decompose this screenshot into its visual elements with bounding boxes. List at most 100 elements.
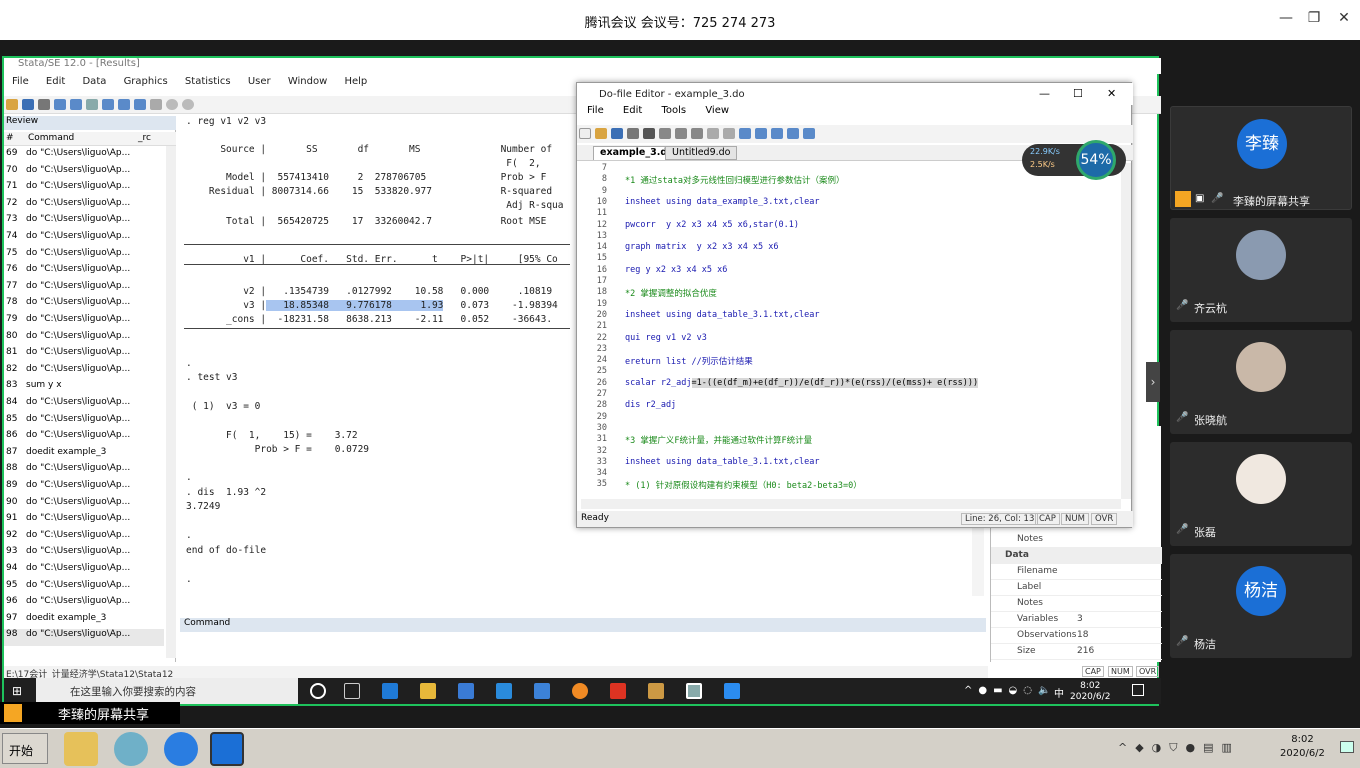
save-icon[interactable] <box>22 99 34 110</box>
review-row[interactable]: 94 do "C:\Users\liguo\Ap... <box>4 563 164 580</box>
graph-icon[interactable] <box>86 99 98 110</box>
code-area[interactable]: 7 8 *1 通过stata对多元线性回归模型进行参数估计（案例） 9 10 inshee… <box>581 163 1119 499</box>
code-line[interactable]: *2 掌握调整的拟合优度 <box>625 287 717 299</box>
store-icon[interactable] <box>458 683 474 699</box>
tray-icons[interactable]: ^●▬◒◌🔈 <box>964 685 1056 696</box>
mail-icon[interactable] <box>496 683 512 699</box>
col-rc[interactable]: _rc <box>138 133 151 143</box>
copy-icon[interactable] <box>675 128 687 139</box>
meeting-app-icon[interactable] <box>210 732 244 766</box>
menu-edit[interactable]: Edit <box>623 105 642 116</box>
start-button[interactable]: 开始 <box>2 733 48 764</box>
open-icon[interactable] <box>6 99 18 110</box>
menu-help[interactable]: Help <box>344 76 367 87</box>
break-icon[interactable] <box>182 99 194 110</box>
do-icon[interactable] <box>803 128 815 139</box>
host-clock[interactable]: 8:02 2020/6/2 <box>1280 733 1325 761</box>
review-row[interactable]: 88 do "C:\Users\liguo\Ap... <box>4 463 164 480</box>
review-row[interactable]: 82 do "C:\Users\liguo\Ap... <box>4 364 164 381</box>
review-row[interactable]: 93 do "C:\Users\liguo\Ap... <box>4 546 164 563</box>
menu-file[interactable]: File <box>587 105 604 116</box>
code-vscrollbar[interactable] <box>1121 163 1131 499</box>
find-icon[interactable] <box>643 128 655 139</box>
minimize-icon[interactable]: — <box>1039 87 1050 100</box>
review-row[interactable]: 79 do "C:\Users\liguo\Ap... <box>4 314 164 331</box>
ime-indicator[interactable]: 中 <box>1054 685 1064 700</box>
col-command[interactable]: Command <box>28 133 74 143</box>
stata-taskbar-icon[interactable] <box>686 683 702 699</box>
system-tray[interactable]: ^◆◑⛉●▤▥ <box>1118 741 1240 755</box>
data-browser-icon[interactable] <box>134 99 146 110</box>
review-row[interactable]: 98 do "C:\Users\liguo\Ap... <box>4 629 164 646</box>
run-icon[interactable] <box>787 128 799 139</box>
pdf-icon[interactable] <box>610 683 626 699</box>
review-row[interactable]: 81 do "C:\Users\liguo\Ap... <box>4 347 164 364</box>
minimize-icon[interactable]: — <box>1276 10 1296 26</box>
expand-panel-button[interactable]: › <box>1146 362 1160 402</box>
log-icon[interactable] <box>54 99 66 110</box>
edge-icon[interactable] <box>382 683 398 699</box>
review-row[interactable]: 76 do "C:\Users\liguo\Ap... <box>4 264 164 281</box>
menu-data[interactable]: Data <box>82 76 106 87</box>
viewer-icon[interactable] <box>70 99 82 110</box>
menu-tools[interactable]: Tools <box>661 105 686 116</box>
code-line[interactable]: scalar r2_adj=1-((e(df_m)+e(df_r))/e(df_… <box>625 377 979 388</box>
code-hscrollbar[interactable] <box>581 499 1121 509</box>
review-row[interactable]: 78 do "C:\Users\liguo\Ap... <box>4 297 164 314</box>
review-row[interactable]: 89 do "C:\Users\liguo\Ap... <box>4 480 164 497</box>
command-input[interactable] <box>180 633 986 663</box>
col-num[interactable]: # <box>6 133 14 143</box>
prop-section-data[interactable]: Data <box>991 548 1162 564</box>
code-line[interactable]: insheet using data_table_3.1.txt,clear <box>625 457 819 467</box>
code-line[interactable]: *3 掌握广义F统计量，并能通过软件计算F统计量 <box>625 434 812 446</box>
review-row[interactable]: 77 do "C:\Users\liguo\Ap... <box>4 281 164 298</box>
show-desktop-icon[interactable] <box>1340 741 1354 753</box>
review-row[interactable]: 75 do "C:\Users\liguo\Ap... <box>4 248 164 265</box>
explorer-icon[interactable] <box>420 683 436 699</box>
menu-window[interactable]: Window <box>288 76 327 87</box>
participant-tile[interactable]: 杨洁 🎤 杨洁 <box>1170 554 1352 658</box>
review-row[interactable]: 70 do "C:\Users\liguo\Ap... <box>4 165 164 182</box>
code-line[interactable]: insheet using data_table_3.1.txt,clear <box>625 310 819 320</box>
code-line[interactable]: ereturn list //列示估计结果 <box>625 355 753 367</box>
app-grid-icon[interactable] <box>534 683 550 699</box>
participant-tile[interactable]: 🎤 张晓航 <box>1170 330 1352 434</box>
folder-icon[interactable] <box>64 732 98 766</box>
redo-icon[interactable] <box>723 128 735 139</box>
participant-tile[interactable]: 🎤 张磊 <box>1170 442 1352 546</box>
unindent-icon[interactable] <box>755 128 767 139</box>
code-line[interactable]: * (1) 针对原假设构建有约束模型（H0: beta2-beta3=0） <box>625 479 862 491</box>
review-row[interactable]: 69 do "C:\Users\liguo\Ap... <box>4 148 164 165</box>
review-row[interactable]: 72 do "C:\Users\liguo\Ap... <box>4 198 164 215</box>
paste-icon[interactable] <box>691 128 703 139</box>
sogou-icon[interactable] <box>164 732 198 766</box>
menu-edit[interactable]: Edit <box>46 76 65 87</box>
review-row[interactable]: 83 sum y x <box>4 380 164 397</box>
close-icon[interactable]: ✕ <box>1107 87 1116 100</box>
windows-search-box[interactable]: 在这里输入你要搜索的内容 <box>36 678 298 704</box>
doedit-icon[interactable] <box>102 99 114 110</box>
review-row[interactable]: 84 do "C:\Users\liguo\Ap... <box>4 397 164 414</box>
review-row[interactable]: 91 do "C:\Users\liguo\Ap... <box>4 513 164 530</box>
indent-icon[interactable] <box>739 128 751 139</box>
review-row[interactable]: 95 do "C:\Users\liguo\Ap... <box>4 580 164 597</box>
review-row[interactable]: 74 do "C:\Users\liguo\Ap... <box>4 231 164 248</box>
code-line[interactable]: insheet using data_example_3.txt,clear <box>625 197 819 207</box>
menu-user[interactable]: User <box>248 76 271 87</box>
meeting-taskbar-icon[interactable] <box>724 683 740 699</box>
bookmark-icon[interactable] <box>771 128 783 139</box>
code-line[interactable]: *1 通过stata对多元线性回归模型进行参数估计（案例） <box>625 174 844 186</box>
print-icon[interactable] <box>38 99 50 110</box>
print-icon[interactable] <box>627 128 639 139</box>
save-icon[interactable] <box>611 128 623 139</box>
cortana-icon[interactable] <box>310 683 326 699</box>
code-line[interactable]: dis r2_adj <box>625 400 676 410</box>
code-line[interactable]: qui reg v1 v2 v3 <box>625 333 707 343</box>
taskview-icon[interactable] <box>344 683 360 699</box>
photos-icon[interactable] <box>648 683 664 699</box>
participant-tile[interactable]: 李臻 ▣ 🎤 李臻的屏幕共享 <box>1170 106 1352 210</box>
windows-clock[interactable]: 8:02 2020/6/2 <box>1070 681 1110 703</box>
review-row[interactable]: 80 do "C:\Users\liguo\Ap... <box>4 331 164 348</box>
review-row[interactable]: 87 doedit example_3 <box>4 447 164 464</box>
new-icon[interactable] <box>579 128 591 139</box>
